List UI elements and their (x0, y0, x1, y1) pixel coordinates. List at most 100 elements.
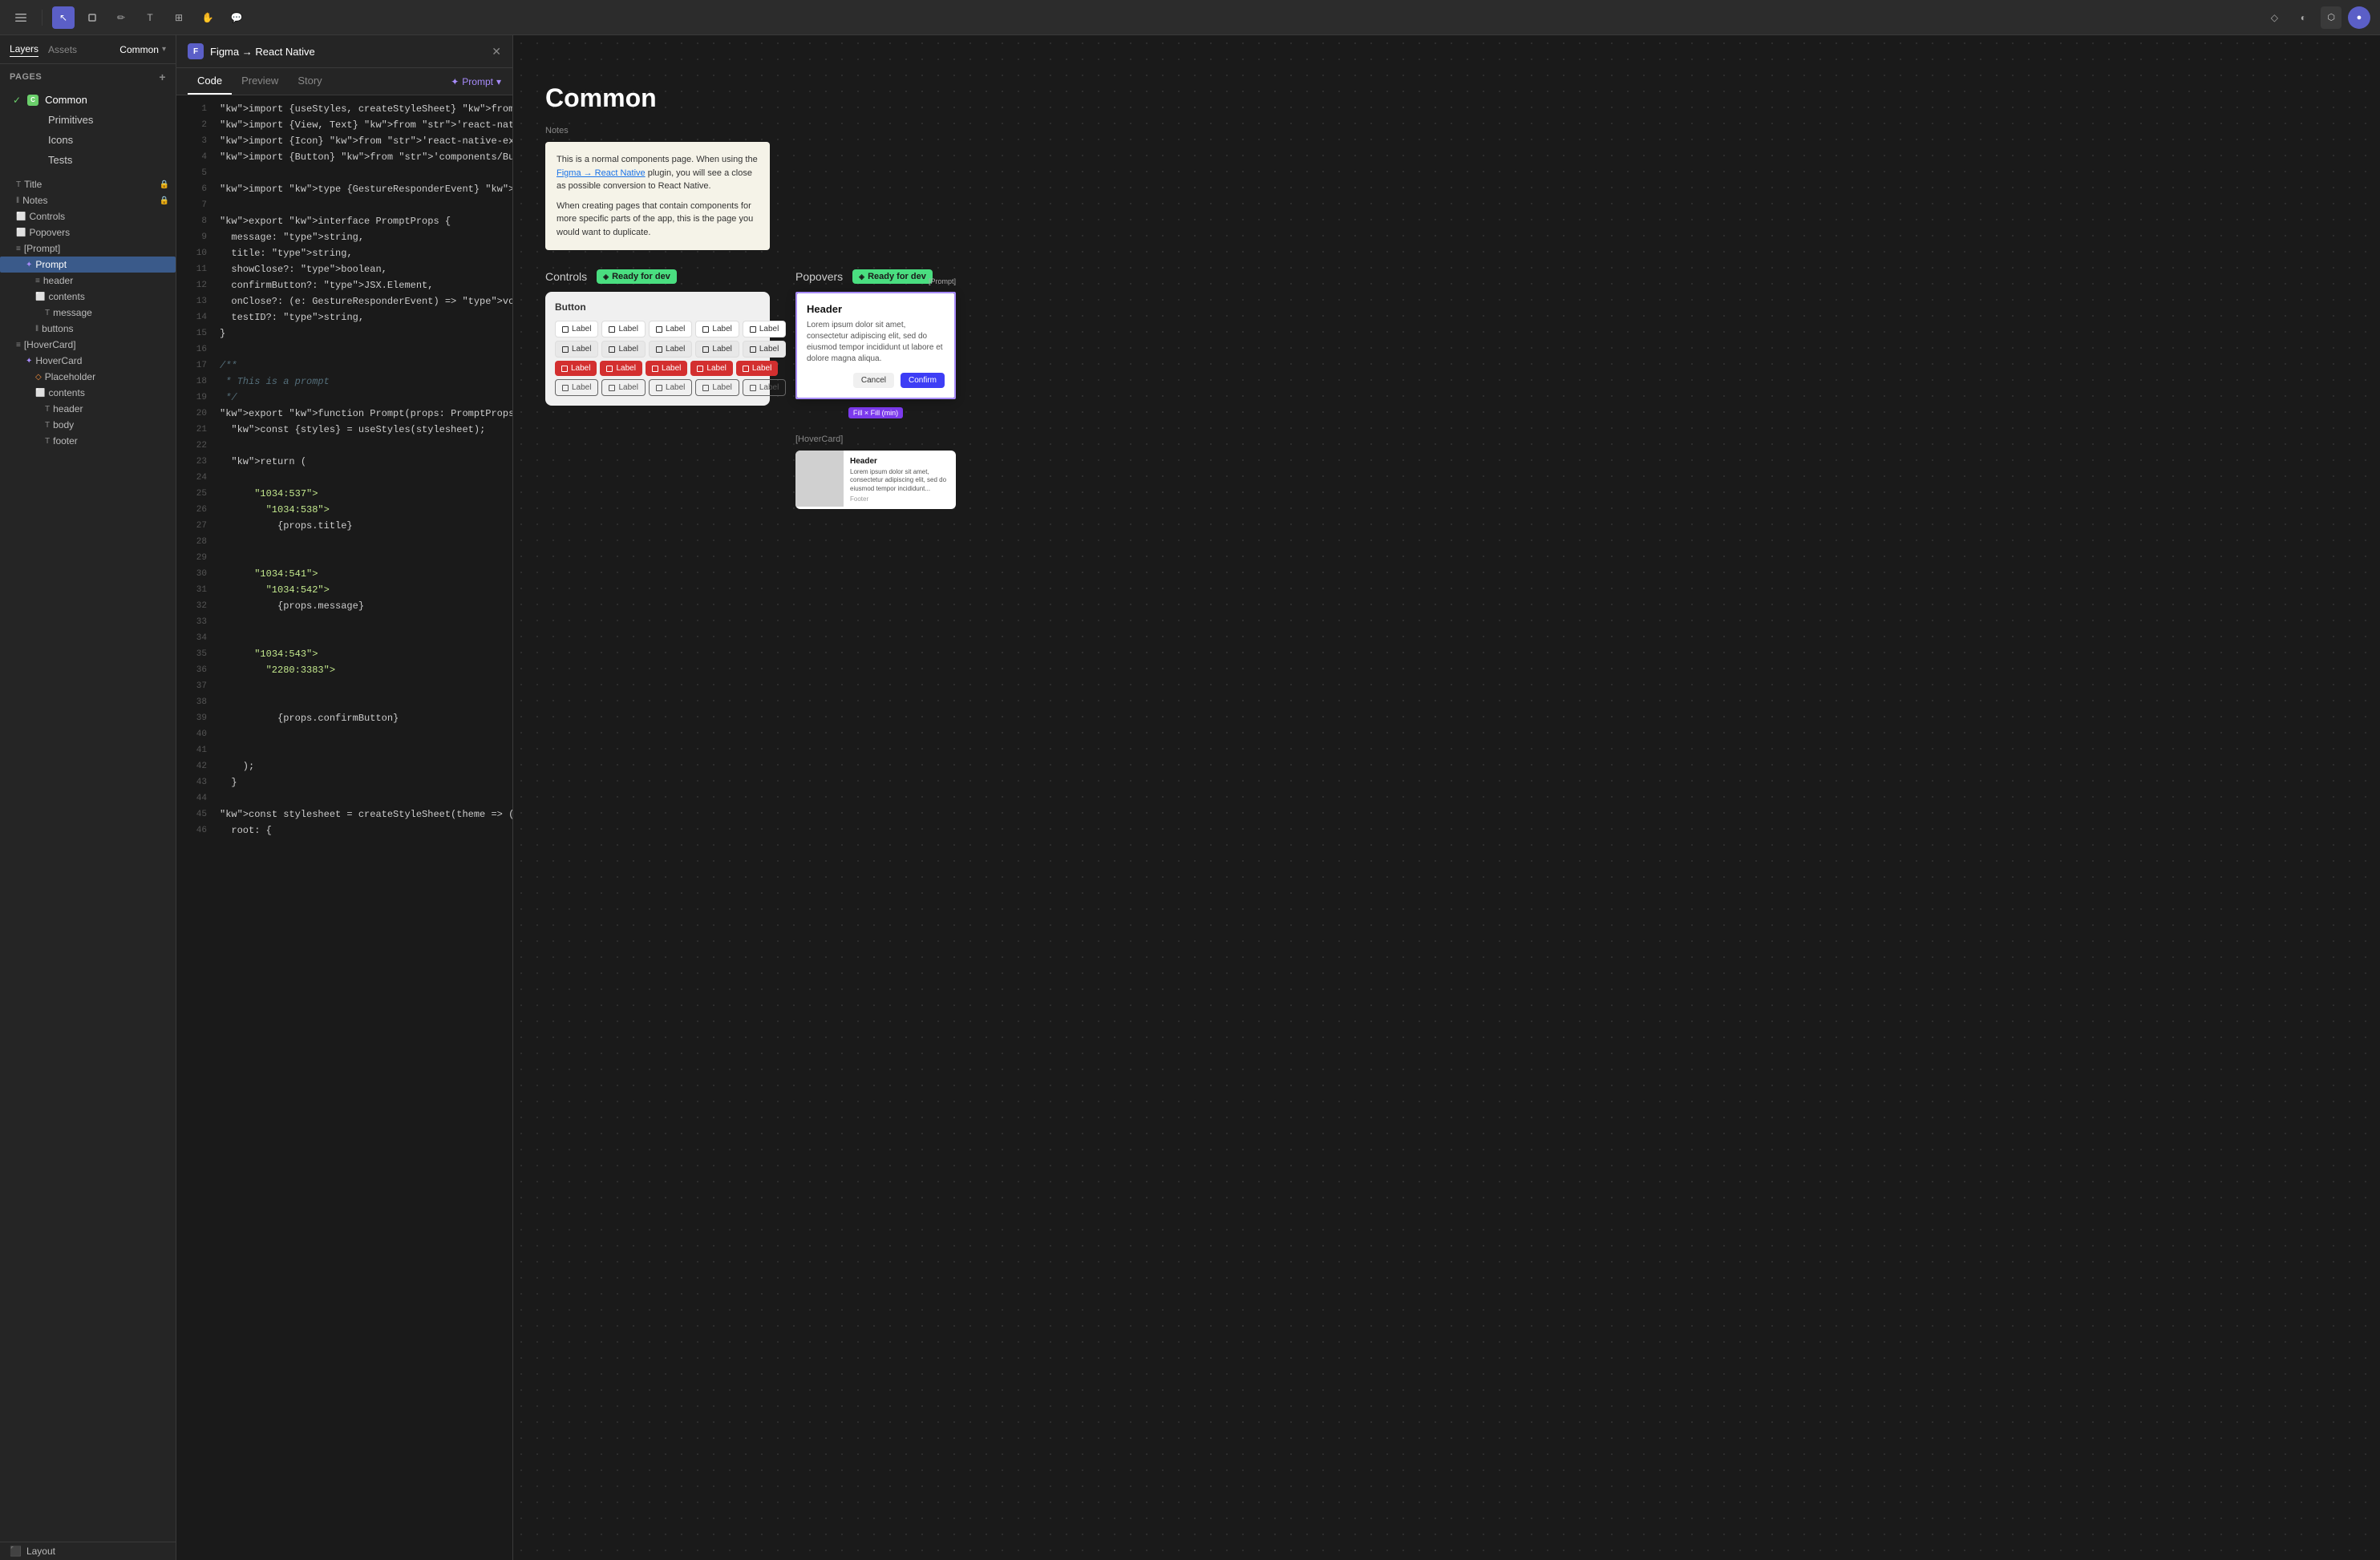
body-layer[interactable]: T body (0, 417, 176, 433)
code-line: 27 {props.title} (176, 519, 512, 535)
line-number: 15 (188, 326, 207, 342)
contents2-frame-icon: ⬜ (35, 389, 45, 398)
controls-layer[interactable]: ⬜ Controls (0, 208, 176, 224)
controls-section: Controls ◈ Ready for dev Button Label (545, 269, 770, 509)
btn-2-2[interactable]: Label (601, 341, 645, 358)
confirm-button[interactable]: Confirm (901, 373, 945, 388)
line-content: title: "type">string, (220, 246, 501, 261)
theme-icon[interactable]: ◐ (2292, 6, 2314, 29)
btn-3-2[interactable]: Label (600, 361, 642, 376)
layers-tab[interactable]: Layers (10, 42, 38, 57)
btn-4-2[interactable]: Label (601, 379, 645, 396)
code-line: 42 ); (176, 759, 512, 775)
btn-4-5[interactable]: Label (743, 379, 786, 396)
buttons-frame-icon: ‖ (35, 325, 38, 333)
toolbar: ↖ ✏ T ⊞ ✋ 💬 ◇ ◐ ⬡ ● (0, 0, 2380, 35)
line-content: "kw">const {styles} = useStyles(styleshe… (220, 422, 501, 438)
add-page-button[interactable]: + (159, 71, 166, 83)
code-line: 28 (176, 535, 512, 551)
avatar-icon[interactable]: ● (2348, 6, 2370, 29)
btn-2-3[interactable]: Label (649, 341, 692, 358)
line-number: 43 (188, 775, 207, 790)
prompt-layer[interactable]: ✦ Prompt (0, 257, 176, 273)
diamond-icon[interactable]: ◇ (2263, 6, 2285, 29)
btn-1-1[interactable]: Label (555, 321, 598, 337)
title-layer[interactable]: T Title 🔒 (0, 176, 176, 192)
code-line: 10 title: "type">string, (176, 246, 512, 262)
plugin-close-button[interactable]: ✕ (492, 45, 501, 59)
code-panel[interactable]: 1"kw">import {useStyles, createStyleShee… (176, 95, 512, 1560)
popovers-layer[interactable]: ⬜ Popovers (0, 224, 176, 240)
story-tab[interactable]: Story (288, 68, 331, 95)
notes-lock-icon: 🔒 (160, 196, 169, 205)
title-lock-icon: 🔒 (160, 180, 169, 189)
code-tab[interactable]: Code (188, 68, 232, 95)
assets-tab[interactable]: Assets (48, 42, 77, 57)
page-item-tests[interactable]: Tests (0, 150, 176, 170)
btn-4-4[interactable]: Label (695, 379, 739, 396)
code-line: 40 (176, 727, 512, 743)
line-content: confirmButton?: "type">JSX.Element, (220, 278, 501, 293)
canvas-area[interactable]: Common Notes This is a normal components… (513, 35, 2380, 1560)
placeholder-layer[interactable]: ◇ Placeholder (0, 369, 176, 385)
line-number: 26 (188, 503, 207, 518)
component-tool[interactable]: ⊞ (168, 6, 190, 29)
btn-4-1[interactable]: Label (555, 379, 598, 396)
line-number: 28 (188, 535, 207, 550)
message-layer[interactable]: T message (0, 305, 176, 321)
header-frame-icon: ≡ (35, 277, 40, 285)
btn-1-5[interactable]: Label (743, 321, 786, 337)
prompt-button[interactable]: ✦ Prompt ▾ (451, 76, 501, 87)
notes-link[interactable]: Figma → React Native (557, 168, 646, 178)
contents-layer[interactable]: ⬜ contents (0, 289, 176, 305)
btn-1-3[interactable]: Label (649, 321, 692, 337)
left-panel-bottom: ⬛ Layout (0, 1542, 176, 1560)
btn-2-1[interactable]: Label (555, 341, 598, 358)
notes-layer[interactable]: ‖ Notes 🔒 (0, 192, 176, 208)
prompt-group[interactable]: ≡ [Prompt] (0, 240, 176, 257)
select-tool[interactable]: ↖ (52, 6, 75, 29)
hovercard-layer[interactable]: ✦ HoverCard (0, 353, 176, 369)
buttons-layer[interactable]: ‖ buttons (0, 321, 176, 337)
share-icon[interactable]: ⬡ (2321, 6, 2342, 29)
page-item-icons[interactable]: Icons (0, 130, 176, 150)
cancel-button[interactable]: Cancel (853, 373, 894, 388)
hovercard-group[interactable]: ≡ [HoverCard] (0, 337, 176, 353)
popovers-card-wrapper: [Prompt] Header Lorem ipsum dolor sit am… (795, 292, 956, 509)
footer-layer[interactable]: T footer (0, 433, 176, 449)
btn-2-4[interactable]: Label (695, 341, 739, 358)
code-line: 11 showClose?: "type">boolean, (176, 262, 512, 278)
contents2-layer[interactable]: ⬜ contents (0, 385, 176, 401)
line-content (220, 615, 501, 630)
line-content: testID?: "type">string, (220, 310, 501, 325)
fill-badge: Fill × Fill (min) (848, 407, 903, 418)
btn-2-5[interactable]: Label (743, 341, 786, 358)
menu-icon[interactable] (10, 6, 32, 29)
btn-1-4[interactable]: Label (695, 321, 739, 337)
text-tool[interactable]: T (139, 6, 161, 29)
page-item-common[interactable]: ✓ C Common (0, 90, 176, 110)
btn-icon (562, 326, 569, 333)
hand-tool[interactable]: ✋ (196, 6, 219, 29)
vector-tool[interactable]: ✏ (110, 6, 132, 29)
frame-tool[interactable] (81, 6, 103, 29)
header2-layer[interactable]: T header (0, 401, 176, 417)
line-content: "1034:538"> (220, 503, 501, 518)
page-dot-common: C (27, 95, 38, 106)
btn-3-5[interactable]: Label (736, 361, 778, 376)
btn-1-2[interactable]: Label (601, 321, 645, 337)
btn-4-3[interactable]: Label (649, 379, 692, 396)
layout-item[interactable]: ⬛ Layout (0, 1542, 176, 1560)
btn-3-1[interactable]: Label (555, 361, 597, 376)
page-item-primitives[interactable]: Primitives (0, 110, 176, 130)
btn-3-3[interactable]: Label (646, 361, 687, 376)
line-number: 42 (188, 759, 207, 774)
btn-3-4[interactable]: Label (690, 361, 732, 376)
common-tab[interactable]: Common ▾ (119, 44, 166, 55)
header-layer[interactable]: ≡ header (0, 273, 176, 289)
preview-tab[interactable]: Preview (232, 68, 288, 95)
line-content: /** (220, 358, 501, 374)
comment-tool[interactable]: 💬 (225, 6, 248, 29)
btn-icon (562, 385, 569, 391)
controls-card: Button Label Label Label Label Label (545, 292, 770, 406)
